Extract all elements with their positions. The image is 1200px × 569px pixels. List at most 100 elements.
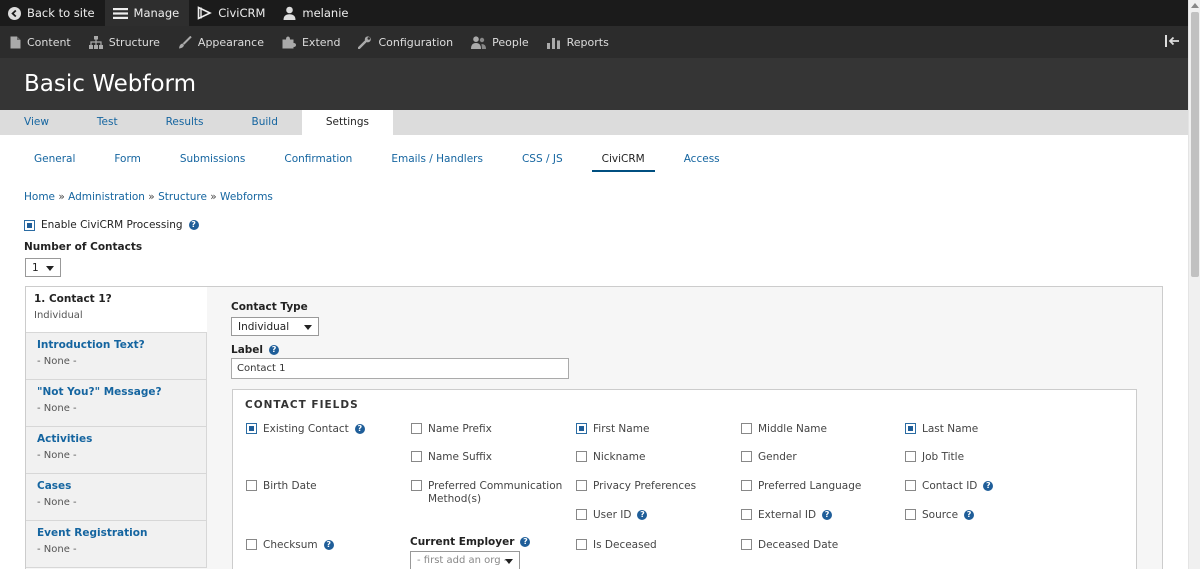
manage-menu[interactable]: Manage xyxy=(104,0,190,26)
field-source[interactable]: Source ? xyxy=(905,509,975,522)
scroll-up-arrow-icon[interactable] xyxy=(1191,3,1199,8)
subtab-confirmation[interactable]: Confirmation xyxy=(274,148,362,172)
tray-item-structure[interactable]: Structure xyxy=(81,26,170,58)
vtab-event-registration[interactable]: Event Registration - None - xyxy=(26,521,207,568)
field-preferred-communication-method[interactable]: Preferred Communication Method(s) xyxy=(411,480,562,506)
field-first-name[interactable]: First Name xyxy=(576,423,649,436)
preferred-language-checkbox[interactable] xyxy=(741,480,752,491)
number-of-contacts-label: Number of Contacts xyxy=(24,241,143,253)
number-of-contacts-select[interactable]: 1 xyxy=(25,258,61,277)
name-suffix-checkbox[interactable] xyxy=(411,451,422,462)
tray-item-configuration[interactable]: Configuration xyxy=(350,26,463,58)
subtab-emails-handlers[interactable]: Emails / Handlers xyxy=(381,148,493,172)
tray-item-extend[interactable]: Extend xyxy=(274,26,351,58)
field-gender[interactable]: Gender xyxy=(741,451,797,464)
help-icon[interactable]: ? xyxy=(822,510,833,520)
document-icon xyxy=(10,36,21,48)
help-icon[interactable]: ? xyxy=(964,510,975,520)
field-existing-contact[interactable]: Existing Contact ? xyxy=(246,423,365,436)
contact-fields-legend: CONTACT FIELDS xyxy=(245,399,359,411)
current-employer-select[interactable]: - first add an org - xyxy=(410,551,520,569)
existing-contact-checkbox[interactable] xyxy=(246,423,257,434)
breadcrumb-home[interactable]: Home xyxy=(24,191,55,203)
field-deceased-date[interactable]: Deceased Date xyxy=(741,539,838,552)
preferred-communication-checkbox[interactable] xyxy=(411,480,422,491)
tray-item-appearance[interactable]: Appearance xyxy=(170,26,274,58)
first-name-checkbox[interactable] xyxy=(576,423,587,434)
breadcrumb-administration[interactable]: Administration xyxy=(68,191,145,203)
help-icon[interactable]: ? xyxy=(323,540,334,550)
help-icon[interactable]: ? xyxy=(520,537,531,547)
tab-settings[interactable]: Settings xyxy=(301,110,393,135)
tray-orientation-toggle-icon[interactable] xyxy=(1165,35,1180,47)
field-checksum[interactable]: Checksum ? xyxy=(246,539,334,552)
gender-checkbox[interactable] xyxy=(741,451,752,462)
civicrm-menu[interactable]: CiviCRM xyxy=(189,0,275,26)
tray-item-reports[interactable]: Reports xyxy=(539,26,619,58)
subtab-civicrm[interactable]: CiviCRM xyxy=(591,148,655,172)
help-icon[interactable]: ? xyxy=(983,481,994,491)
user-id-checkbox[interactable] xyxy=(576,509,587,520)
existing-contact-label: Existing Contact xyxy=(263,423,349,435)
scrollbar-thumb[interactable] xyxy=(1191,12,1199,277)
tray-item-content[interactable]: Content xyxy=(2,26,81,58)
field-privacy-preferences[interactable]: Privacy Preferences xyxy=(576,480,696,493)
preferred-language-label: Preferred Language xyxy=(758,480,862,492)
field-name-prefix[interactable]: Name Prefix xyxy=(411,423,492,436)
help-icon[interactable]: ? xyxy=(269,345,280,355)
source-checkbox[interactable] xyxy=(905,509,916,520)
field-middle-name[interactable]: Middle Name xyxy=(741,423,827,436)
vtab-not-you-message[interactable]: "Not You?" Message? - None - xyxy=(26,380,207,427)
paintbrush-icon xyxy=(178,35,192,48)
user-menu[interactable]: melanie xyxy=(275,0,358,26)
field-last-name[interactable]: Last Name xyxy=(905,423,978,436)
subtab-general[interactable]: General xyxy=(24,148,85,172)
tab-results[interactable]: Results xyxy=(142,110,228,135)
field-preferred-language[interactable]: Preferred Language xyxy=(741,480,861,493)
help-icon[interactable]: ? xyxy=(188,220,199,230)
job-title-checkbox[interactable] xyxy=(905,451,916,462)
tab-test[interactable]: Test xyxy=(73,110,142,135)
contact-label-label: Label ? xyxy=(231,344,280,356)
vtab-cases[interactable]: Cases - None - xyxy=(26,474,207,521)
vtab-activities[interactable]: Activities - None - xyxy=(26,427,207,474)
vtab-contact-1[interactable]: 1. Contact 1? Individual xyxy=(26,287,207,333)
field-user-id[interactable]: User ID ? xyxy=(576,509,648,522)
enable-civicrm-checkbox[interactable] xyxy=(24,219,35,231)
page-scrollbar[interactable] xyxy=(1188,0,1200,569)
tab-view[interactable]: View xyxy=(0,110,73,135)
is-deceased-checkbox[interactable] xyxy=(576,539,587,550)
contact-type-select[interactable]: Individual xyxy=(231,317,319,336)
checksum-checkbox[interactable] xyxy=(246,539,257,550)
deceased-date-checkbox[interactable] xyxy=(741,539,752,550)
middle-name-checkbox[interactable] xyxy=(741,423,752,434)
field-birth-date[interactable]: Birth Date xyxy=(246,480,317,493)
tray-item-people[interactable]: People xyxy=(463,26,539,58)
field-contact-id[interactable]: Contact ID ? xyxy=(905,480,994,493)
nickname-checkbox[interactable] xyxy=(576,451,587,462)
last-name-checkbox[interactable] xyxy=(905,423,916,434)
subtab-css-js[interactable]: CSS / JS xyxy=(512,148,573,172)
subtab-access[interactable]: Access xyxy=(674,148,730,172)
name-prefix-checkbox[interactable] xyxy=(411,423,422,434)
help-icon[interactable]: ? xyxy=(354,424,365,434)
back-to-site-link[interactable]: Back to site xyxy=(0,0,105,26)
field-is-deceased[interactable]: Is Deceased xyxy=(576,539,657,552)
contact-settings-panel: 1. Contact 1? Individual Introduction Te… xyxy=(25,286,1163,569)
contact-id-checkbox[interactable] xyxy=(905,480,916,491)
privacy-preferences-checkbox[interactable] xyxy=(576,480,587,491)
contact-label-input[interactable] xyxy=(231,358,569,379)
vtab-introduction-text[interactable]: Introduction Text? - None - xyxy=(26,333,207,380)
tab-build[interactable]: Build xyxy=(228,110,302,135)
field-name-suffix[interactable]: Name Suffix xyxy=(411,451,492,464)
breadcrumb-webforms[interactable]: Webforms xyxy=(220,191,273,203)
birth-date-checkbox[interactable] xyxy=(246,480,257,491)
help-icon[interactable]: ? xyxy=(637,510,648,520)
external-id-checkbox[interactable] xyxy=(741,509,752,520)
field-external-id[interactable]: External ID ? xyxy=(741,509,833,522)
breadcrumb-structure[interactable]: Structure xyxy=(158,191,207,203)
field-job-title[interactable]: Job Title xyxy=(905,451,964,464)
subtab-submissions[interactable]: Submissions xyxy=(170,148,256,172)
field-nickname[interactable]: Nickname xyxy=(576,451,645,464)
subtab-form[interactable]: Form xyxy=(104,148,150,172)
